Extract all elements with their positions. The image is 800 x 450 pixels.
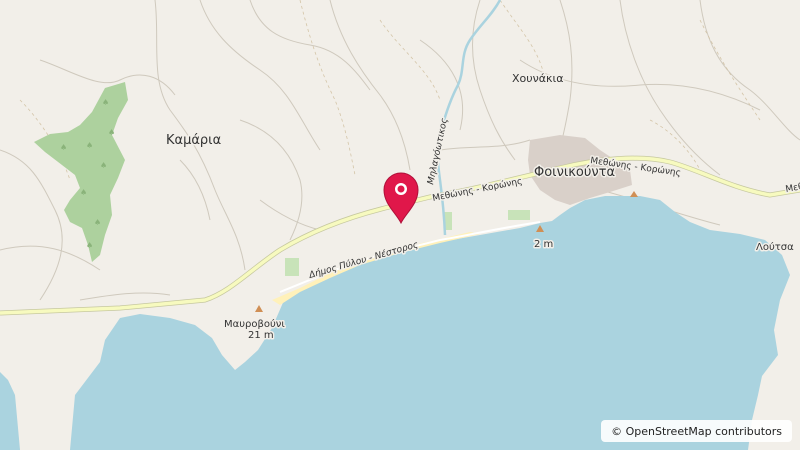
place-foinikounta: Φοινικούντα [534,165,615,180]
green-patch [508,210,530,220]
svg-text:♠: ♠ [94,218,101,227]
place-kamaria: Καμάρια [166,133,221,148]
foinikounta-elev: 2 m [534,239,553,250]
attribution-text: © OpenStreetMap contributors [611,424,782,438]
green-patch-3 [285,258,299,276]
map-canvas[interactable]: ♠♠♠ ♠♠♠ ♠♠ Μεθώνης - Κορώνης Μεθώνης - Κ… [0,0,800,450]
svg-text:♠: ♠ [60,143,67,152]
svg-text:♠: ♠ [86,141,93,150]
svg-text:♠: ♠ [80,188,87,197]
svg-text:♠: ♠ [102,98,109,107]
map-view[interactable]: ♠ ♠ ♠ ♠ ♠ ♠ ♠ ♠ Μεθώνης - Κορώνης Μεθώνης - Κ… [0,0,800,450]
place-chounakia: Χουνάκια [512,72,563,85]
svg-text:♠: ♠ [86,241,93,250]
svg-text:♠: ♠ [100,161,107,170]
attribution[interactable]: © OpenStreetMap contributors [601,420,792,442]
place-loutsa: Λούτσα [756,241,794,253]
peak-mavrovouni-name: Μαυροβούνι [224,318,285,330]
peak-mavrovouni-elev: 21 m [248,330,274,341]
svg-text:♠: ♠ [108,128,115,137]
